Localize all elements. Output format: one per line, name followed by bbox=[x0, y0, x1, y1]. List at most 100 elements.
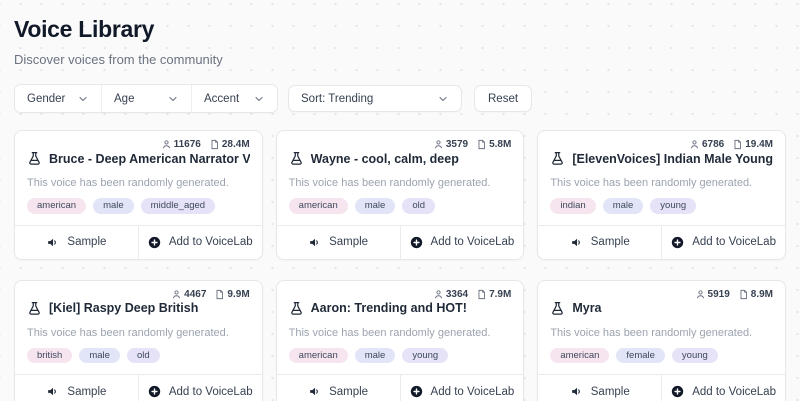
voice-card-body: 11676 28.4M Bruce - Deep American Narrat… bbox=[15, 131, 262, 225]
voice-card-footer: Sample Add to VoiceLab bbox=[276, 374, 524, 401]
add-button-label: Add to VoiceLab bbox=[168, 236, 253, 248]
page-title: Voice Library bbox=[14, 16, 155, 42]
add-to-voicelab-button[interactable]: Add to VoiceLab bbox=[138, 225, 262, 259]
chevron-down-icon bbox=[169, 96, 177, 101]
voice-tag: middle_aged bbox=[140, 198, 216, 214]
age-filter[interactable]: Age bbox=[101, 85, 191, 112]
flask-icon bbox=[29, 301, 40, 315]
voice-card-footer: Sample Add to VoiceLab bbox=[15, 374, 262, 401]
voice-card-body: 4467 9.9M [Kiel] Raspy Deep British This… bbox=[15, 281, 262, 375]
flask-icon bbox=[552, 301, 564, 315]
user-icon bbox=[690, 140, 699, 149]
user-icon bbox=[173, 289, 181, 298]
voice-card-footer: Sample Add to VoiceLab bbox=[538, 224, 786, 259]
users-stat: 6786 bbox=[689, 139, 724, 150]
users-count: 6786 bbox=[701, 139, 725, 150]
plus-circle-icon bbox=[410, 236, 422, 248]
document-icon bbox=[478, 139, 486, 150]
voice-description: This voice has been randomly generated. bbox=[27, 326, 229, 339]
voice-card-body: 5919 8.9M Myra This voice has been rando… bbox=[538, 281, 785, 375]
voice-name: Wayne - cool, calm, deep bbox=[310, 151, 459, 166]
voice-description: This voice has been randomly generated. bbox=[550, 177, 753, 189]
plus-circle-icon bbox=[672, 236, 684, 248]
voice-name-row: Myra bbox=[550, 301, 773, 316]
flask-icon bbox=[29, 151, 40, 165]
voice-tag: american bbox=[288, 347, 348, 363]
voice-tag: female bbox=[616, 347, 665, 363]
tag-list: american female young bbox=[550, 347, 773, 363]
plus-circle-icon bbox=[148, 236, 161, 248]
sample-button[interactable]: Sample bbox=[15, 375, 139, 401]
sample-button[interactable]: Sample bbox=[538, 375, 663, 401]
add-to-voicelab-button[interactable]: Add to VoiceLab bbox=[662, 375, 786, 401]
gender-filter[interactable]: Gender bbox=[15, 85, 101, 112]
sort-filter[interactable]: Sort: Trending bbox=[288, 85, 462, 112]
flask-icon bbox=[552, 151, 564, 165]
flask-icon bbox=[290, 151, 302, 165]
voice-description: This voice has been randomly generated. bbox=[288, 326, 491, 339]
document-icon bbox=[478, 289, 486, 299]
voice-stats: 11676 28.4M bbox=[27, 139, 250, 150]
sample-button[interactable]: Sample bbox=[538, 225, 663, 259]
usage-count: 28.4M bbox=[221, 139, 250, 150]
document-icon bbox=[734, 139, 742, 150]
usage-stat: 8.9M bbox=[738, 289, 773, 300]
voice-library-page: Voice Library Discover voices from the c… bbox=[0, 0, 800, 401]
usage-count: 9.9M bbox=[227, 288, 250, 300]
usage-stat: 9.9M bbox=[214, 288, 250, 300]
chevron-down-icon bbox=[255, 96, 263, 101]
plus-circle-icon bbox=[148, 385, 161, 398]
add-to-voicelab-button[interactable]: Add to VoiceLab bbox=[400, 225, 524, 259]
add-to-voicelab-button[interactable]: Add to VoiceLab bbox=[400, 375, 524, 401]
sample-button[interactable]: Sample bbox=[15, 225, 139, 259]
voice-card: 3579 5.8M Wayne - cool, calm, deep This … bbox=[275, 130, 525, 260]
user-icon bbox=[434, 140, 442, 149]
voice-card-body: 6786 19.4M [ElevenVoices] Indian Male Yo… bbox=[538, 131, 785, 225]
voice-tag: old bbox=[402, 198, 436, 214]
filter-select-group: Gender Age Accent bbox=[14, 84, 278, 113]
users-stat: 3579 bbox=[433, 139, 468, 150]
usage-count: 5.8M bbox=[489, 139, 512, 150]
voice-name: Bruce - Deep American Narrator Voice bbox=[49, 151, 250, 166]
accent-filter[interactable]: Accent bbox=[191, 85, 277, 112]
voice-tag: young bbox=[671, 347, 718, 363]
voice-tag: american bbox=[27, 198, 87, 214]
voice-card: 6786 19.4M [ElevenVoices] Indian Male Yo… bbox=[537, 130, 786, 260]
voice-grid: 11676 28.4M Bruce - Deep American Narrat… bbox=[14, 130, 786, 401]
speaker-icon bbox=[48, 387, 57, 396]
document-icon bbox=[216, 289, 224, 299]
sample-button[interactable]: Sample bbox=[276, 225, 401, 259]
gender-filter-label: Gender bbox=[27, 92, 66, 105]
tag-list: indian male young bbox=[550, 198, 773, 214]
speaker-icon bbox=[310, 238, 318, 246]
sort-filter-label: Sort: Trending bbox=[301, 92, 374, 105]
tag-list: american male middle_aged bbox=[27, 198, 250, 214]
users-stat: 11676 bbox=[161, 139, 201, 150]
usage-count: 19.4M bbox=[745, 139, 773, 150]
voice-name-row: [ElevenVoices] Indian Male Young bbox=[550, 151, 773, 166]
user-icon bbox=[434, 289, 442, 298]
speaker-icon bbox=[571, 238, 580, 246]
voice-card: 4467 9.9M [Kiel] Raspy Deep British This… bbox=[14, 279, 263, 401]
sample-button-label: Sample bbox=[590, 385, 630, 398]
voice-tag: american bbox=[550, 347, 610, 363]
reset-filters-button[interactable]: Reset bbox=[474, 85, 533, 112]
voice-tag: young bbox=[402, 347, 449, 363]
voice-card-body: 3579 5.8M Wayne - cool, calm, deep This … bbox=[277, 131, 524, 225]
voice-stats: 3364 7.9M bbox=[289, 288, 511, 300]
add-to-voicelab-button[interactable]: Add to VoiceLab bbox=[662, 225, 786, 259]
add-button-label: Add to VoiceLab bbox=[692, 236, 776, 248]
sample-button[interactable]: Sample bbox=[276, 375, 401, 401]
voice-name: Aaron: Trending and HOT! bbox=[310, 301, 467, 315]
users-count: 3364 bbox=[445, 288, 469, 300]
voice-name: [ElevenVoices] Indian Male Young bbox=[572, 151, 773, 166]
page-subtitle: Discover voices from the community bbox=[14, 52, 223, 67]
add-to-voicelab-button[interactable]: Add to VoiceLab bbox=[138, 375, 262, 401]
voice-stats: 6786 19.4M bbox=[550, 139, 773, 150]
voice-description: This voice has been randomly generated. bbox=[550, 326, 753, 339]
chevron-down-icon bbox=[79, 96, 87, 101]
voice-tag: male bbox=[79, 347, 120, 363]
accent-filter-label: Accent bbox=[204, 92, 240, 105]
plus-circle-icon bbox=[410, 385, 422, 398]
voice-name-row: Wayne - cool, calm, deep bbox=[289, 151, 512, 166]
